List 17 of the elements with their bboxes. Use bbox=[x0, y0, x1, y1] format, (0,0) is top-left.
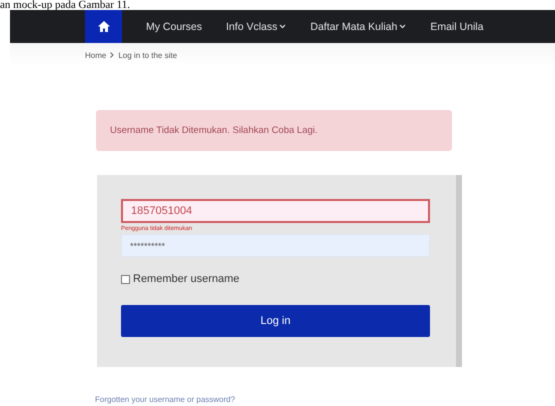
chevron-icon bbox=[110, 52, 114, 58]
password-field[interactable]: ********** bbox=[121, 234, 430, 257]
breadcrumb-link[interactable]: Home bbox=[85, 50, 106, 60]
nav-menu-item[interactable]: Info Vclass bbox=[214, 10, 298, 43]
nav-menu-item[interactable]: Daftar Mata Kuliah bbox=[298, 10, 418, 43]
nav-menu-item[interactable]: My Courses bbox=[134, 10, 214, 43]
document-text: an mock-up pada Gambar 11. bbox=[0, 0, 132, 10]
breadcrumb-current: Log in to the site bbox=[118, 50, 178, 60]
home-button[interactable] bbox=[85, 10, 122, 43]
nav-menu-item[interactable]: Email Unila bbox=[418, 10, 496, 43]
forgot-password-link[interactable]: Forgotten your username or password? bbox=[95, 395, 236, 404]
error-alert: Username Tidak Ditemukan. Silahkan Coba Lagi. bbox=[96, 110, 452, 151]
house-icon bbox=[98, 21, 110, 32]
login-button[interactable]: Log in bbox=[121, 305, 430, 337]
remember-label: Remember username bbox=[133, 273, 240, 285]
remember-checkbox[interactable] bbox=[121, 274, 130, 284]
username-field[interactable]: 1857051004 bbox=[121, 199, 430, 223]
